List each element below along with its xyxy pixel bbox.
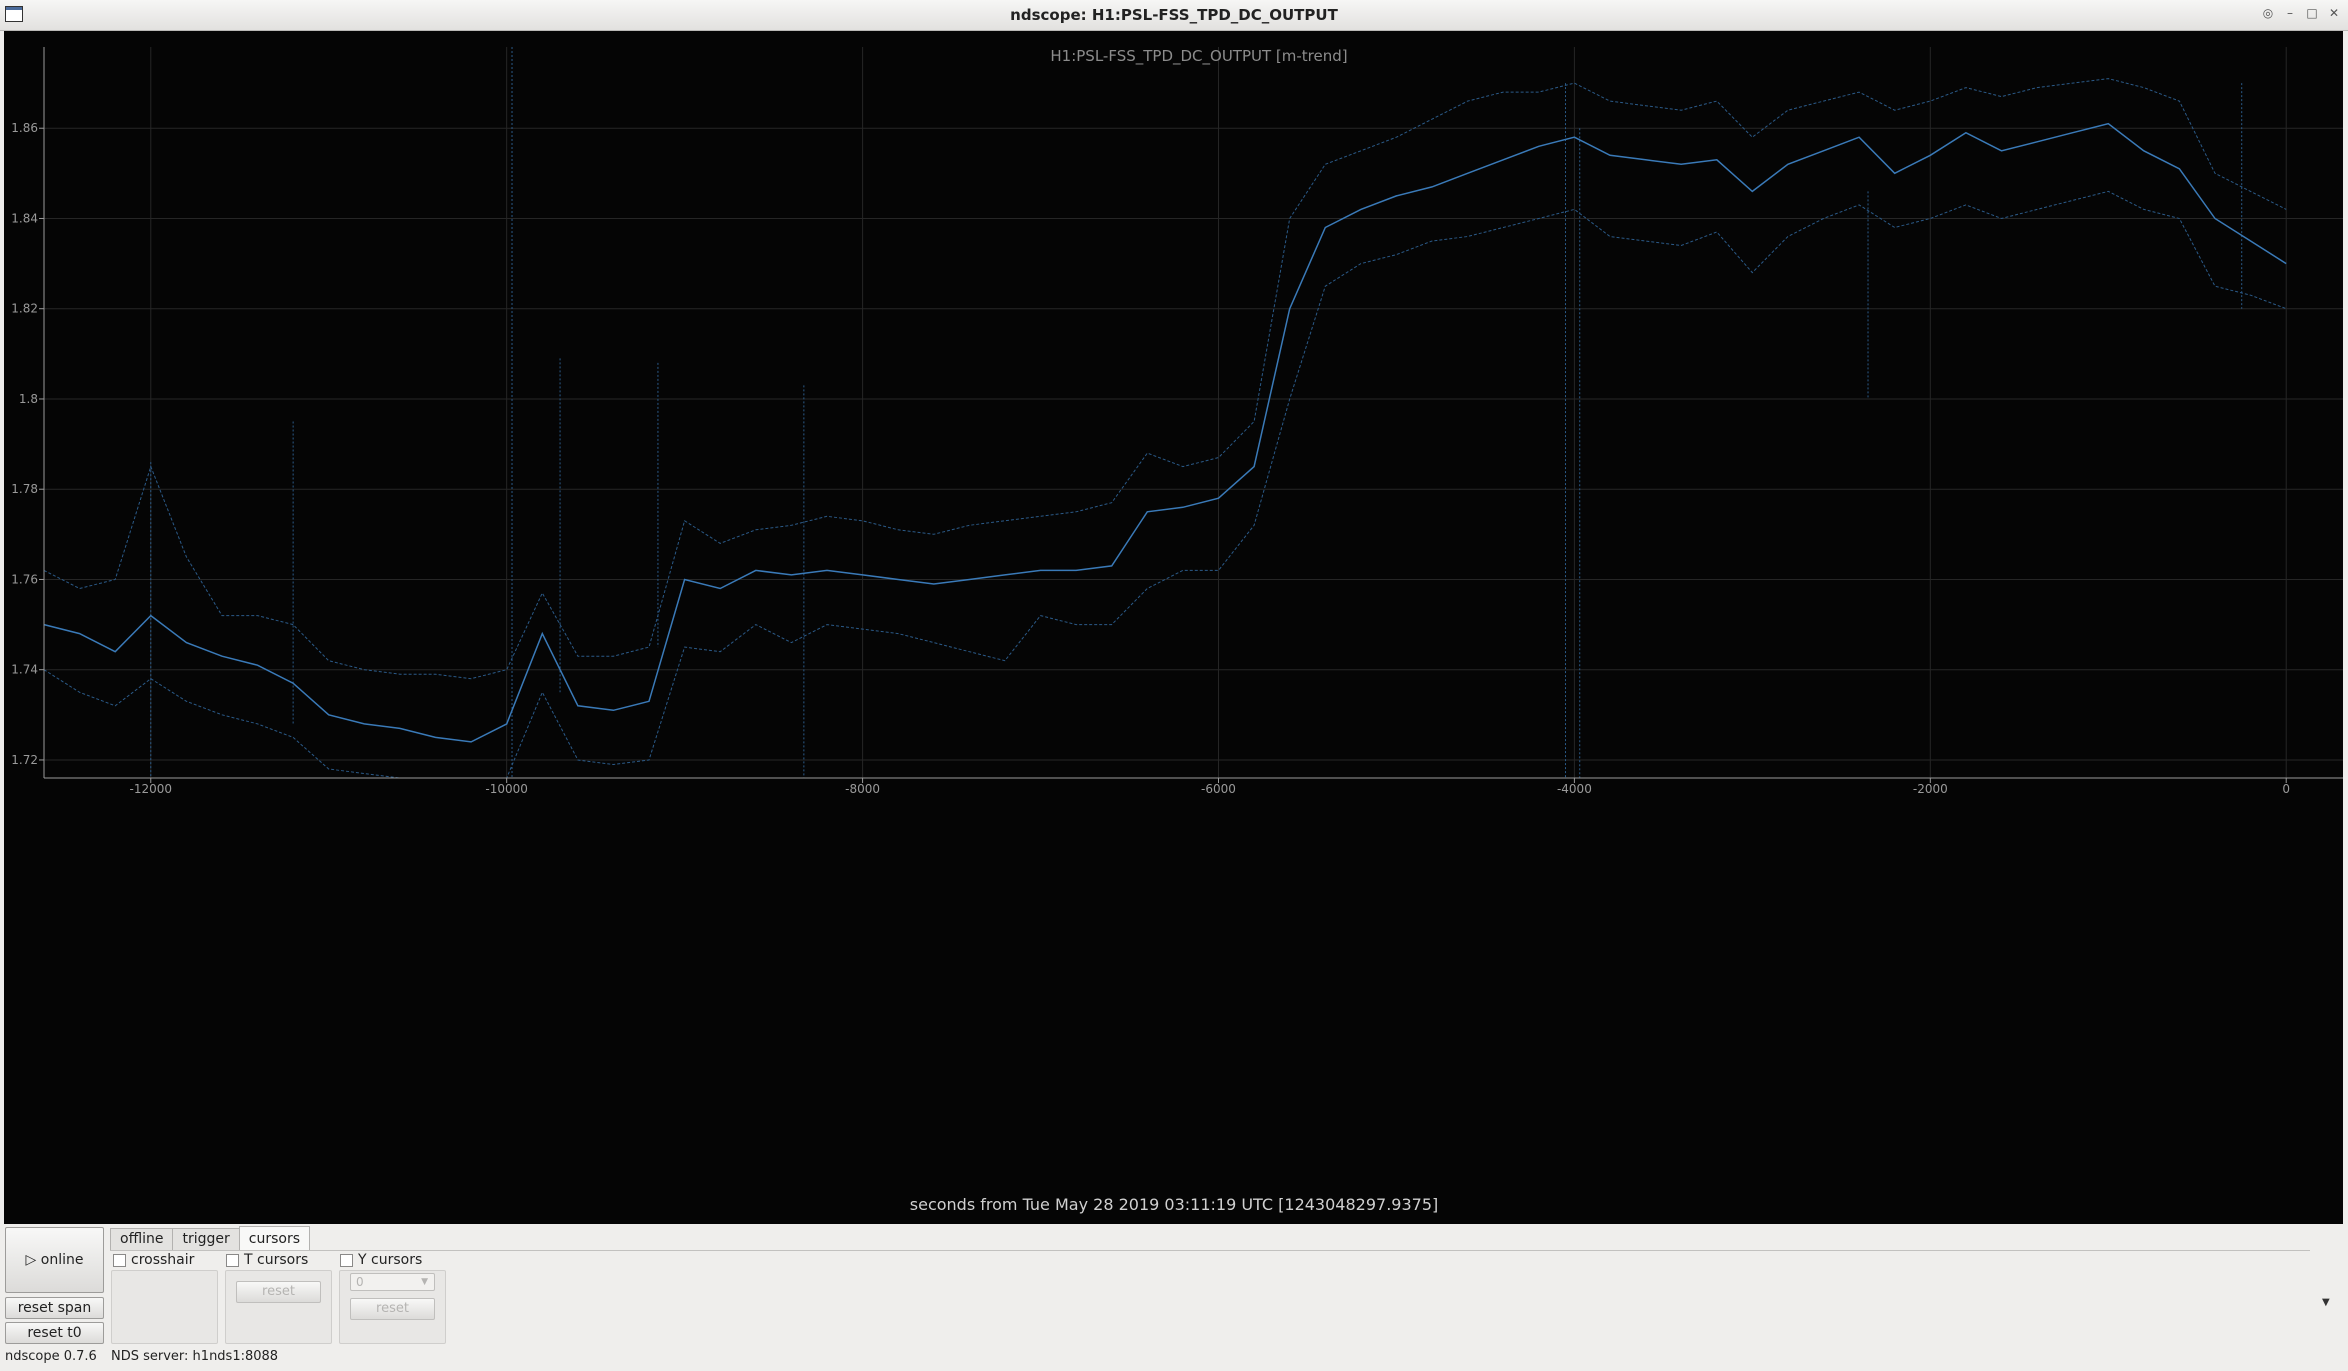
panel-expand-icon[interactable]: ▼ (2322, 1297, 2330, 1308)
x-tick-label: -8000 (845, 782, 880, 796)
y-cursors-reset-button[interactable]: reset (350, 1298, 435, 1320)
reset-span-button[interactable]: reset span (5, 1297, 104, 1319)
maximize-icon[interactable]: □ (2304, 5, 2320, 21)
crosshair-checkbox-box[interactable] (113, 1253, 126, 1267)
y-tick-label: 1.78 (11, 482, 38, 496)
x-tick-label: -2000 (1913, 782, 1948, 796)
y-cursors-label: Y cursors (358, 1252, 423, 1268)
y-tick-label: 1.8 (19, 392, 38, 406)
t-cursors-checkbox-box[interactable] (226, 1253, 239, 1267)
play-icon: ▷ (25, 1252, 37, 1268)
series-mean-line (43, 122, 2287, 743)
tab-divider (110, 1250, 2310, 1251)
y-cursors-checkbox-box[interactable] (340, 1253, 353, 1267)
window-controls: ◎ – □ ✕ (2260, 5, 2342, 21)
x-axis-label: seconds from Tue May 28 2019 03:11:19 UT… (910, 1195, 1438, 1214)
close-icon[interactable]: ✕ (2326, 5, 2342, 21)
plot-grid (44, 47, 2343, 778)
series-min-line (43, 190, 2287, 779)
y-cursor-select[interactable]: 0 ▼ (350, 1273, 435, 1291)
plot-title: H1:PSL-FSS_TPD_DC_OUTPUT [m-trend] (1050, 47, 1347, 66)
control-tabs: offline trigger cursors (110, 1226, 311, 1250)
x-tick-label: -10000 (485, 782, 528, 796)
y-cursor-select-value: 0 (356, 1275, 364, 1289)
y-cursors-checkbox[interactable]: Y cursors (340, 1252, 422, 1268)
x-tick-label: -4000 (1557, 782, 1592, 796)
t-cursors-checkbox[interactable]: T cursors (226, 1252, 308, 1268)
minimize-icon[interactable]: – (2282, 5, 2298, 21)
x-tick-label: -12000 (130, 782, 173, 796)
tab-cursors[interactable]: cursors (238, 1226, 311, 1250)
crosshair-group (111, 1270, 218, 1344)
t-cursors-reset-button[interactable]: reset (236, 1281, 321, 1303)
window-title: ndscope: H1:PSL-FSS_TPD_DC_OUTPUT (1010, 6, 1338, 24)
series-max-line (43, 78, 2287, 680)
pin-icon[interactable]: ◎ (2260, 5, 2276, 21)
version-label: ndscope 0.7.6 (5, 1349, 97, 1364)
y-tick-label: 1.82 (11, 302, 38, 316)
online-button-label: online (40, 1252, 84, 1268)
tab-trigger[interactable]: trigger (172, 1228, 240, 1250)
trend-plot[interactable]: -12000 -10000 -8000 -6000 -4000 -2000 0 1.72 1.7… (4, 31, 2343, 1224)
reset-t0-button[interactable]: reset t0 (5, 1322, 104, 1344)
crosshair-checkbox[interactable]: crosshair (113, 1252, 194, 1268)
online-button[interactable]: ▷ online (5, 1227, 104, 1293)
y-tick-label: 1.74 (11, 663, 38, 677)
tab-offline[interactable]: offline (110, 1228, 174, 1250)
t-cursors-label: T cursors (244, 1252, 309, 1268)
plot-area[interactable]: -12000 -10000 -8000 -6000 -4000 -2000 0 1.72 1.7… (4, 31, 2343, 1224)
y-tick-label: 1.72 (11, 753, 38, 767)
nds-server-label: NDS server: h1nds1:8088 (111, 1349, 279, 1364)
plot-series (43, 47, 2287, 779)
y-tick-label: 1.86 (11, 121, 38, 135)
y-tick-label: 1.84 (11, 211, 38, 225)
crosshair-label: crosshair (131, 1252, 195, 1268)
axis-ticks: -12000 -10000 -8000 -6000 -4000 -2000 0 1.72 1.7… (11, 121, 2290, 796)
title-bar: ndscope: H1:PSL-FSS_TPD_DC_OUTPUT ◎ – □ … (0, 0, 2348, 31)
plot-axes (43, 47, 2343, 779)
x-tick-label: 0 (2282, 782, 2290, 796)
chevron-down-icon: ▼ (421, 1277, 428, 1287)
y-tick-label: 1.76 (11, 572, 38, 586)
x-tick-label: -6000 (1201, 782, 1236, 796)
